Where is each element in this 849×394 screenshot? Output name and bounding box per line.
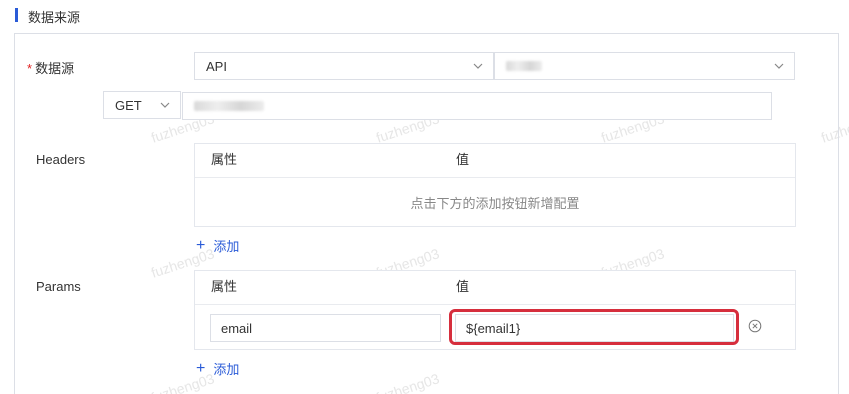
required-mark: *: [27, 61, 33, 76]
highlight-box: [449, 309, 739, 345]
headers-label: Headers: [36, 152, 86, 167]
headers-col-value: 值: [456, 152, 470, 167]
redacted-source-value: [506, 61, 542, 71]
datasource-label: * 数据源: [27, 58, 74, 77]
table-divider: [195, 177, 795, 178]
datasource-label-text: 数据源: [35, 61, 75, 76]
datasource-source-select[interactable]: [494, 52, 795, 80]
redacted-url-value: [194, 101, 264, 111]
headers-add-button[interactable]: + 添加: [196, 236, 239, 255]
section-title: 数据来源: [28, 10, 81, 25]
remove-circle-icon[interactable]: [748, 319, 762, 333]
datasource-type-value: API: [206, 58, 227, 74]
params-col-attr: 属性: [211, 279, 238, 294]
plus-icon: +: [196, 359, 206, 377]
table-divider: [195, 304, 795, 305]
params-add-button[interactable]: + 添加: [196, 359, 239, 378]
param-attr-input[interactable]: email: [210, 314, 441, 342]
headers-empty-text: 点击下方的添加按钮新增配置: [410, 196, 580, 211]
chevron-down-icon: [473, 63, 483, 69]
params-label: Params: [36, 279, 81, 294]
http-method-value: GET: [115, 97, 142, 113]
chevron-down-icon: [774, 63, 784, 69]
headers-table: 属性 值 点击下方的添加按钮新增配置: [194, 143, 796, 227]
params-add-label: 添加: [213, 362, 240, 377]
param-attr-value: email: [221, 320, 253, 336]
chevron-down-icon: [160, 102, 170, 108]
section-accent-bar: [15, 8, 18, 22]
datasource-type-select[interactable]: API: [194, 52, 494, 80]
url-input[interactable]: [182, 92, 772, 120]
params-col-value: 值: [456, 279, 470, 294]
headers-add-label: 添加: [213, 239, 240, 254]
http-method-select[interactable]: GET: [103, 91, 181, 119]
headers-col-attr: 属性: [211, 152, 238, 167]
plus-icon: +: [196, 236, 206, 254]
